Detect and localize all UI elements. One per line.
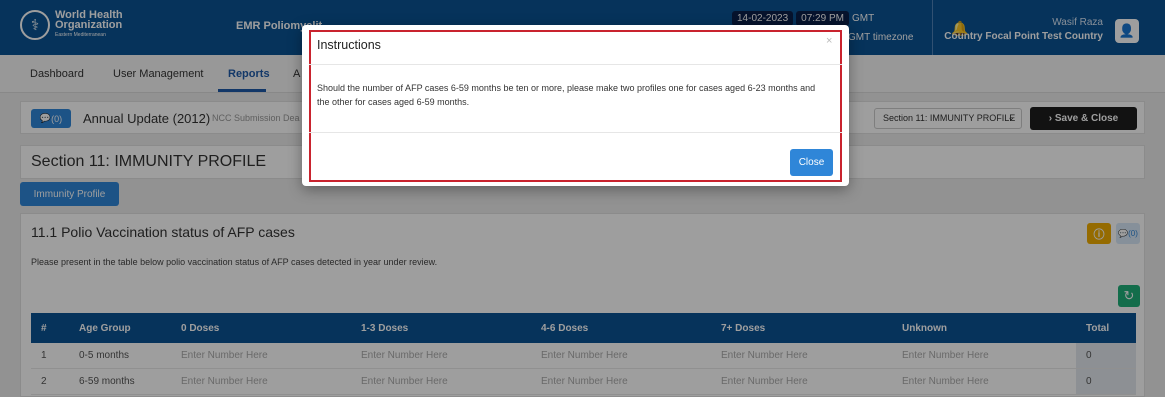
close-icon[interactable]: ×: [826, 35, 832, 47]
modal-divider: [309, 132, 842, 133]
modal-divider: [309, 64, 842, 65]
modal-body: Should the number of AFP cases 6-59 mont…: [317, 83, 816, 107]
close-button[interactable]: Close: [790, 149, 833, 176]
instructions-modal: Instructions × Should the number of AFP …: [302, 25, 849, 186]
modal-title: Instructions: [317, 38, 381, 52]
